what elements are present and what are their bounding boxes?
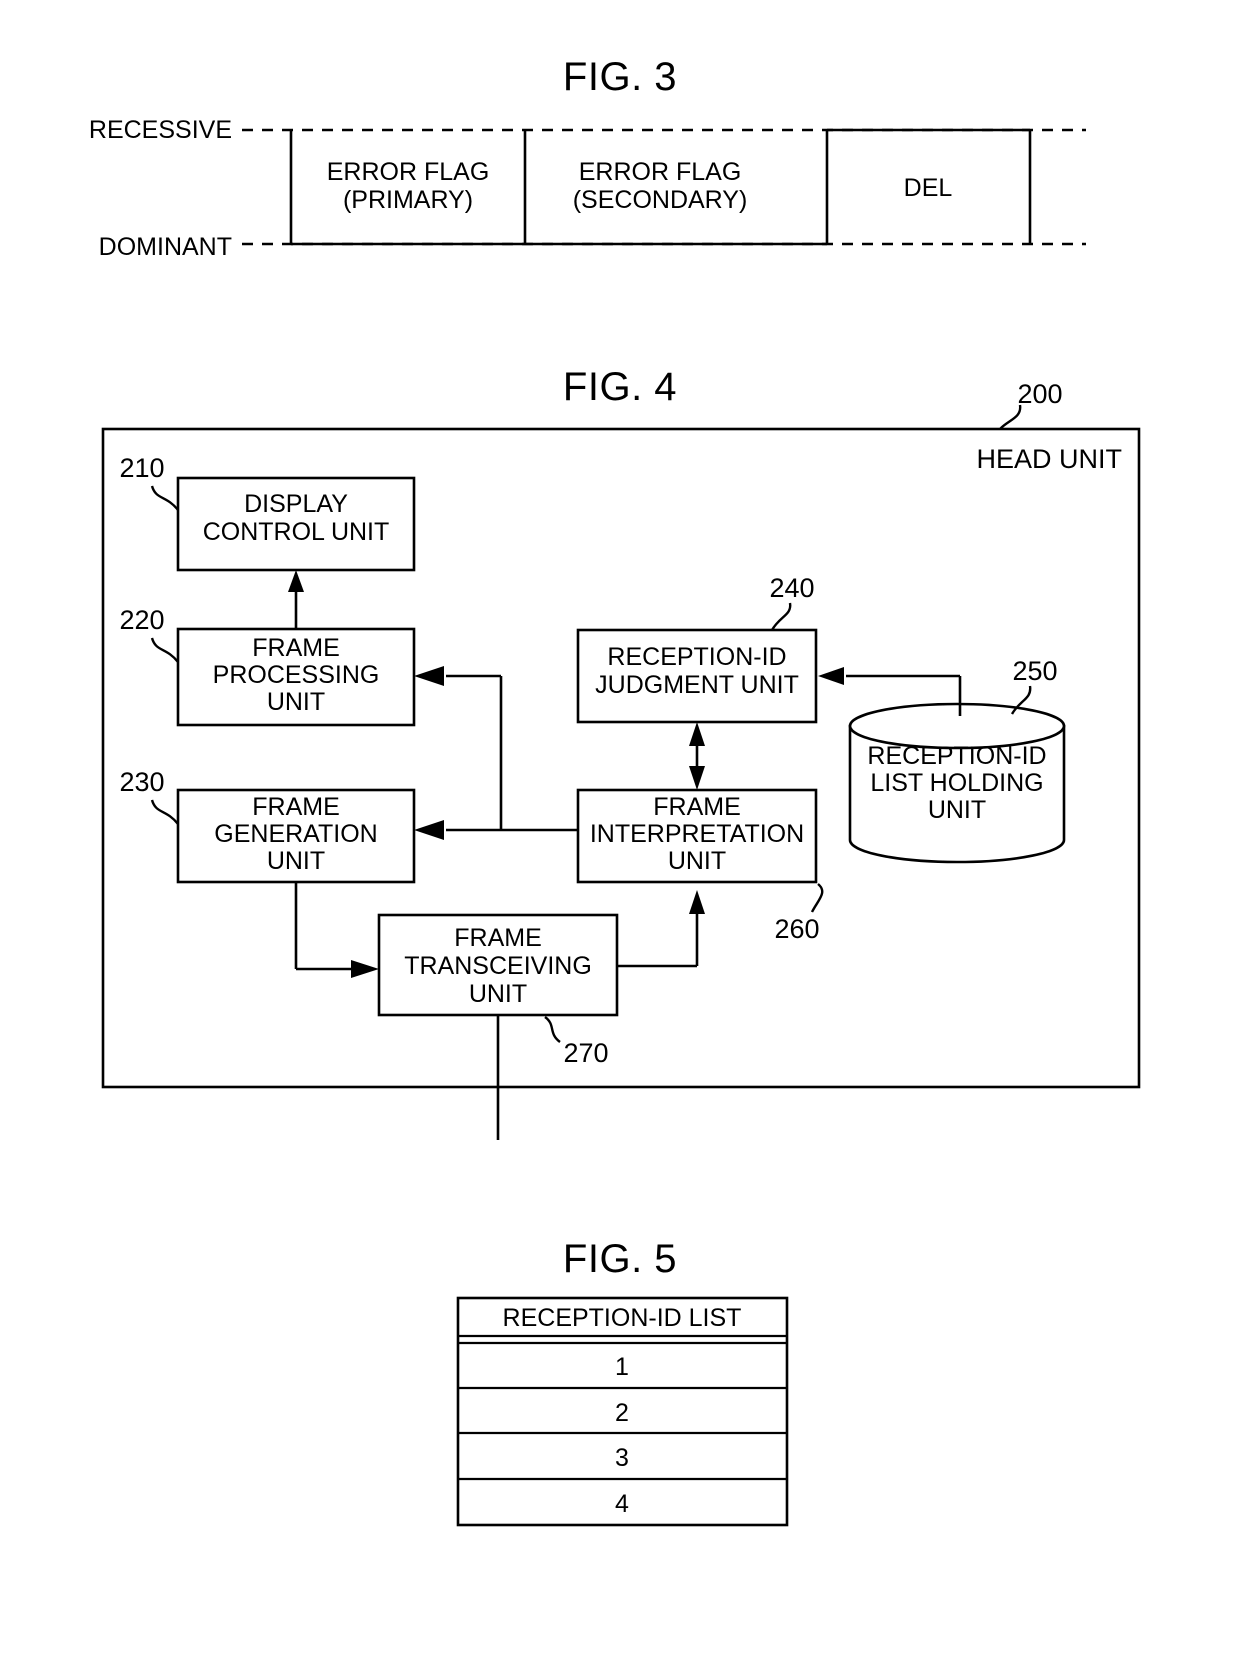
fig4-block-210-line1: DISPLAY xyxy=(244,490,348,518)
fig4-block-270-line3: UNIT xyxy=(469,980,527,1008)
fig4-head-unit-label: HEAD UNIT xyxy=(976,444,1122,474)
fig4-block-220-line2: PROCESSING xyxy=(213,661,380,689)
fig5-table-row-1: 2 xyxy=(615,1399,629,1427)
fig5-table-header: RECEPTION-ID LIST xyxy=(503,1304,742,1332)
patent-figure-sheet: FIG. 3 RECESSIVE DOMINANT ERROR FLAG (PR… xyxy=(0,0,1240,1655)
fig5-table-row-0: 1 xyxy=(615,1353,629,1381)
fig3-recessive-label: RECESSIVE xyxy=(89,116,232,144)
fig4-block-270-line2: TRANSCEIVING xyxy=(404,952,592,980)
figure-5-group: FIG. 5 RECEPTION-ID LIST 1 2 3 4 xyxy=(456,1237,789,1527)
fig4-ref-220: 220 xyxy=(119,605,164,635)
fig4-ref-240: 240 xyxy=(769,573,814,603)
fig4-ref-250: 250 xyxy=(1012,656,1057,686)
fig3-segment-1-line1: ERROR FLAG xyxy=(579,158,742,186)
fig3-segment-0-line1: ERROR FLAG xyxy=(327,158,490,186)
fig3-segment-1-line2: (SECONDARY) xyxy=(573,186,748,214)
fig4-block-250-line3: UNIT xyxy=(928,796,986,824)
fig4-ref-200: 200 xyxy=(1017,379,1062,409)
fig4-block-260-line1: FRAME xyxy=(653,793,741,821)
fig4-block-250-line2: LIST HOLDING xyxy=(870,769,1043,797)
fig3-segment-2-line1: DEL xyxy=(904,174,953,202)
fig4-ref-230: 230 xyxy=(119,767,164,797)
fig3-dominant-label: DOMINANT xyxy=(99,233,232,261)
figure-3-group: FIG. 3 RECESSIVE DOMINANT ERROR FLAG (PR… xyxy=(89,55,1086,261)
fig4-block-230-line3: UNIT xyxy=(267,847,325,875)
fig5-table-row-2: 3 xyxy=(615,1444,629,1472)
fig4-ref-270: 270 xyxy=(563,1038,608,1068)
fig4-title: FIG. 4 xyxy=(563,365,677,409)
fig5-title: FIG. 5 xyxy=(563,1237,677,1281)
fig4-block-240-line2: JUDGMENT UNIT xyxy=(595,671,799,699)
fig3-segment-0-line2: (PRIMARY) xyxy=(343,186,473,214)
fig4-ref-260: 260 xyxy=(774,914,819,944)
fig4-block-240-line1: RECEPTION-ID xyxy=(607,643,786,671)
figure-canvas: FIG. 3 RECESSIVE DOMINANT ERROR FLAG (PR… xyxy=(89,55,1141,1527)
fig3-title: FIG. 3 xyxy=(563,55,677,99)
fig5-table-row-3: 4 xyxy=(615,1490,629,1518)
fig4-block-260-line3: UNIT xyxy=(668,847,726,875)
fig4-ref-210: 210 xyxy=(119,453,164,483)
fig4-block-230-line2: GENERATION xyxy=(214,820,377,848)
fig4-block-220-line1: FRAME xyxy=(252,634,340,662)
fig4-block-260-line2: INTERPRETATION xyxy=(590,820,804,848)
figure-4-group: FIG. 4 200 HEAD UNIT DISPLAY CONTROL UNI… xyxy=(101,365,1141,1140)
fig4-block-210-line2: CONTROL UNIT xyxy=(203,518,390,546)
fig4-block-230-line1: FRAME xyxy=(252,793,340,821)
fig4-block-220-line3: UNIT xyxy=(267,688,325,716)
fig4-block-250-line1: RECEPTION-ID xyxy=(867,742,1046,770)
fig4-block-270-line1: FRAME xyxy=(454,924,542,952)
